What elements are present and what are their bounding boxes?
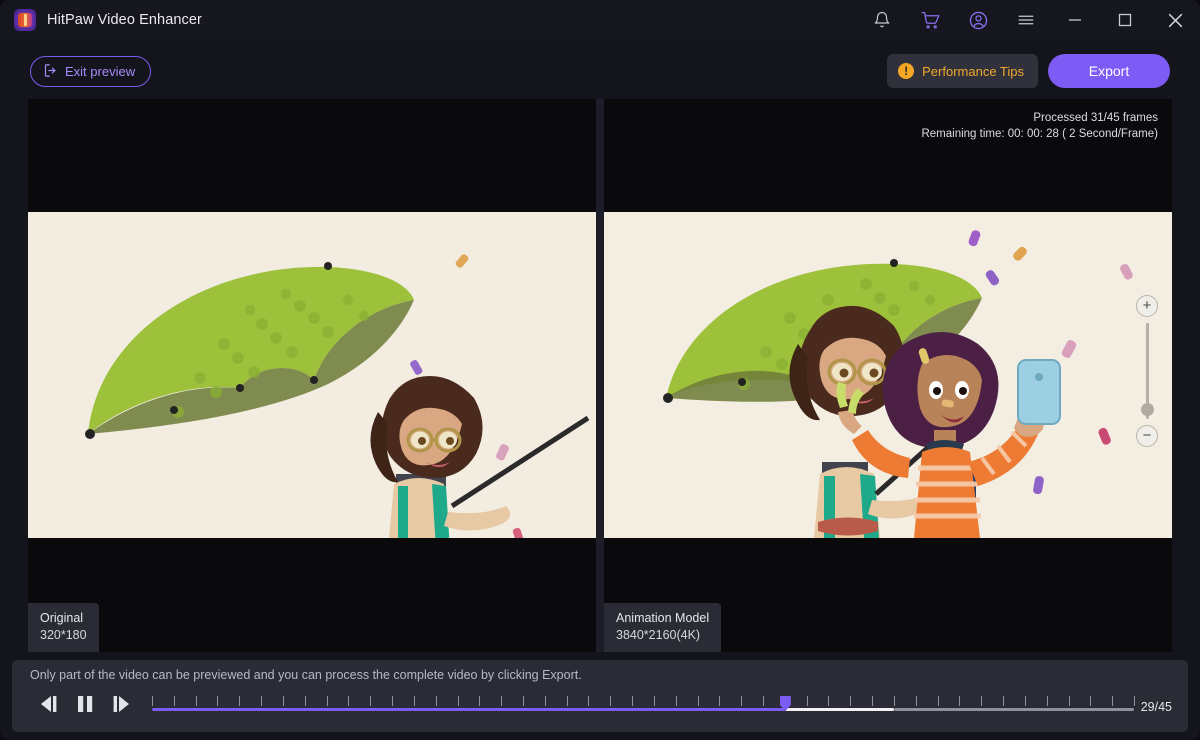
timeline-progress-remaining bbox=[893, 708, 1134, 711]
playback-controls bbox=[38, 694, 132, 714]
bottom-bar: Only part of the video can be previewed … bbox=[12, 660, 1188, 732]
user-account-icon[interactable] bbox=[954, 0, 1002, 40]
enhanced-label-resolution: 3840*2160(4K) bbox=[616, 628, 701, 642]
frame-counter: 29/45 bbox=[1140, 700, 1172, 714]
window-controls bbox=[858, 0, 1200, 40]
export-button[interactable]: Export bbox=[1048, 54, 1170, 88]
timeline-ticks bbox=[152, 696, 1135, 707]
app-window: HitPaw Video Enhancer Exit preview ! Per… bbox=[0, 0, 1200, 740]
original-video-frame bbox=[28, 212, 596, 538]
illustration-enhanced bbox=[604, 212, 1172, 538]
hamburger-menu-icon[interactable] bbox=[1002, 0, 1050, 40]
preview-area: Original 320*180 Processed 31/45 frames … bbox=[28, 99, 1172, 652]
enhanced-preview-pane[interactable]: Processed 31/45 frames Remaining time: 0… bbox=[604, 99, 1172, 652]
original-label-title: Original bbox=[40, 611, 84, 625]
zoom-slider-handle[interactable] bbox=[1141, 403, 1154, 416]
next-frame-icon[interactable] bbox=[110, 694, 132, 714]
performance-tips-label: Performance Tips bbox=[922, 63, 1024, 79]
warning-exclamation-icon: ! bbox=[898, 63, 915, 79]
enhanced-label-title: Animation Model bbox=[616, 611, 710, 625]
hitpaw-logo-icon bbox=[14, 9, 36, 31]
original-label-tag: Original 320*180 bbox=[28, 603, 99, 652]
shopping-cart-icon[interactable] bbox=[906, 0, 954, 40]
zoom-out-button[interactable]: − bbox=[1136, 425, 1158, 447]
timeline-scrubber[interactable] bbox=[152, 694, 1135, 722]
original-preview-pane[interactable]: Original 320*180 bbox=[28, 99, 596, 652]
performance-tips-button[interactable]: ! Performance Tips bbox=[887, 54, 1038, 88]
maximize-icon[interactable] bbox=[1100, 0, 1150, 40]
exit-preview-button[interactable]: Exit preview bbox=[30, 56, 152, 87]
close-icon[interactable] bbox=[1150, 0, 1200, 40]
illustration-original bbox=[28, 212, 596, 538]
toolbar: Exit preview ! Performance Tips Export bbox=[0, 40, 1200, 102]
notifications-bell-icon[interactable] bbox=[858, 0, 906, 40]
title-bar: HitPaw Video Enhancer bbox=[0, 0, 1200, 40]
export-label: Export bbox=[1088, 63, 1130, 79]
remaining-time-text: Remaining time: 00: 00: 28 ( 2 Second/Fr… bbox=[921, 128, 1158, 140]
timeline-progress-played bbox=[152, 708, 785, 711]
processing-status: Processed 31/45 frames Remaining time: 0… bbox=[921, 110, 1158, 142]
minimize-icon[interactable] bbox=[1050, 0, 1100, 40]
pause-icon[interactable] bbox=[74, 694, 96, 714]
enhanced-label-tag: Animation Model 3840*2160(4K) bbox=[604, 603, 722, 652]
exit-door-arrow-icon bbox=[43, 63, 58, 81]
preview-hint-text: Only part of the video can be previewed … bbox=[30, 668, 582, 682]
enhanced-video-frame bbox=[604, 212, 1172, 538]
original-label-resolution: 320*180 bbox=[40, 628, 87, 642]
timeline-progress-buffered bbox=[784, 708, 894, 711]
app-title: HitPaw Video Enhancer bbox=[47, 12, 202, 28]
zoom-in-button[interactable]: + bbox=[1136, 295, 1158, 317]
zoom-slider-control[interactable]: + − bbox=[1136, 295, 1162, 447]
exit-preview-label: Exit preview bbox=[65, 64, 136, 79]
processed-frames-text: Processed 31/45 frames bbox=[1033, 112, 1158, 124]
previous-frame-icon[interactable] bbox=[38, 694, 60, 714]
